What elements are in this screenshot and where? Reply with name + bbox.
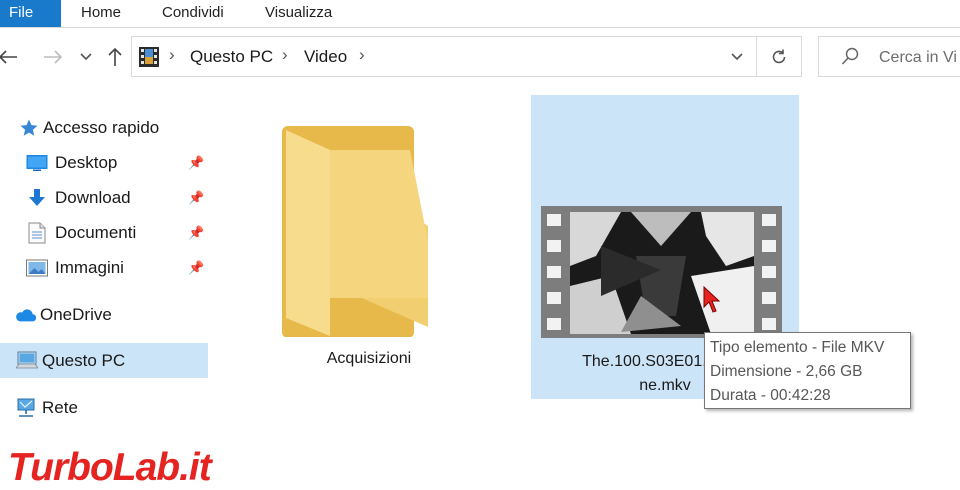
tab-home[interactable]: Home xyxy=(81,0,121,27)
pin-icon[interactable]: 📌 xyxy=(188,190,204,206)
breadcrumb-separator[interactable]: › xyxy=(282,45,288,65)
sidebar-item-label: Immagini xyxy=(55,258,124,277)
star-icon xyxy=(18,117,40,139)
cloud-icon xyxy=(14,304,36,326)
tab-file[interactable]: File xyxy=(0,0,61,27)
tooltip-type: Tipo elemento - File MKV xyxy=(710,339,885,356)
back-button[interactable] xyxy=(0,42,20,72)
breadcrumb-questo-pc[interactable]: Questo PC xyxy=(190,47,273,67)
forward-button[interactable] xyxy=(41,42,65,72)
svg-text:TurboLab.it: TurboLab.it xyxy=(8,446,214,489)
video-library-icon xyxy=(139,47,159,67)
address-bar[interactable]: › Questo PC › Video › xyxy=(131,36,757,77)
recent-locations-button[interactable] xyxy=(74,42,98,72)
sidebar-item-label: OneDrive xyxy=(40,305,112,324)
turbolab-watermark-logo: TurboLab.it xyxy=(7,445,216,490)
sidebar-item-label: Rete xyxy=(42,398,78,417)
ribbon: File Home Condividi Visualizza xyxy=(0,0,960,28)
tooltip-duration: Durata - 00:42:28 xyxy=(710,387,831,404)
download-arrow-icon xyxy=(26,187,48,209)
sidebar-item-label: Download xyxy=(55,188,131,207)
breadcrumb-separator[interactable]: › xyxy=(169,45,175,65)
file-info-tooltip: Tipo elemento - File MKV Dimensione - 2,… xyxy=(704,332,911,409)
tab-condividi[interactable]: Condividi xyxy=(162,0,224,27)
sidebar-item-rete[interactable]: Rete xyxy=(15,393,78,423)
refresh-button[interactable] xyxy=(757,36,802,77)
sidebar-item-desktop[interactable]: Desktop 📌 xyxy=(26,148,208,178)
breadcrumb-separator[interactable]: › xyxy=(359,45,365,65)
sidebar-item-label: Accesso rapido xyxy=(43,118,160,137)
tab-visualizza[interactable]: Visualizza xyxy=(265,0,332,27)
sidebar-item-onedrive[interactable]: OneDrive xyxy=(14,300,112,330)
video-thumbnail-icon xyxy=(541,206,782,338)
pictures-icon xyxy=(26,257,48,279)
tooltip-size: Dimensione - 2,66 GB xyxy=(710,363,863,380)
mouse-cursor-icon xyxy=(703,286,721,313)
refresh-icon xyxy=(772,49,786,63)
chevron-down-icon[interactable] xyxy=(730,46,744,68)
pin-icon[interactable]: 📌 xyxy=(188,155,204,171)
sidebar-item-label: Desktop xyxy=(55,153,118,172)
folder-name: Acquisizioni xyxy=(326,350,412,367)
search-icon xyxy=(841,47,859,65)
search-box[interactable]: Cerca in Vi xyxy=(818,36,960,77)
sidebar-item-accesso-rapido[interactable]: Accesso rapido xyxy=(18,113,159,143)
pin-icon[interactable]: 📌 xyxy=(188,260,204,276)
chevron-down-icon xyxy=(80,53,92,61)
folder-icon xyxy=(282,126,428,337)
pin-icon[interactable]: 📌 xyxy=(188,225,204,241)
arrow-left-icon xyxy=(0,50,17,64)
sidebar-item-label: Questo PC xyxy=(42,350,126,370)
search-placeholder: Cerca in Vi xyxy=(879,49,957,66)
up-button[interactable] xyxy=(103,42,127,72)
computer-icon xyxy=(16,350,38,372)
sidebar-item-download[interactable]: Download 📌 xyxy=(26,183,208,213)
breadcrumb-video[interactable]: Video xyxy=(304,47,347,67)
sidebar-item-immagini[interactable]: Immagini 📌 xyxy=(26,253,208,283)
arrow-right-icon xyxy=(44,50,63,64)
desktop-icon xyxy=(26,152,48,174)
arrow-up-icon xyxy=(108,47,122,66)
network-icon xyxy=(15,397,37,419)
document-icon xyxy=(26,222,48,244)
sidebar-item-documenti[interactable]: Documenti 📌 xyxy=(26,218,208,248)
sidebar-item-label: Documenti xyxy=(55,223,137,242)
sidebar-item-questo-pc[interactable]: Questo PC xyxy=(0,343,208,378)
